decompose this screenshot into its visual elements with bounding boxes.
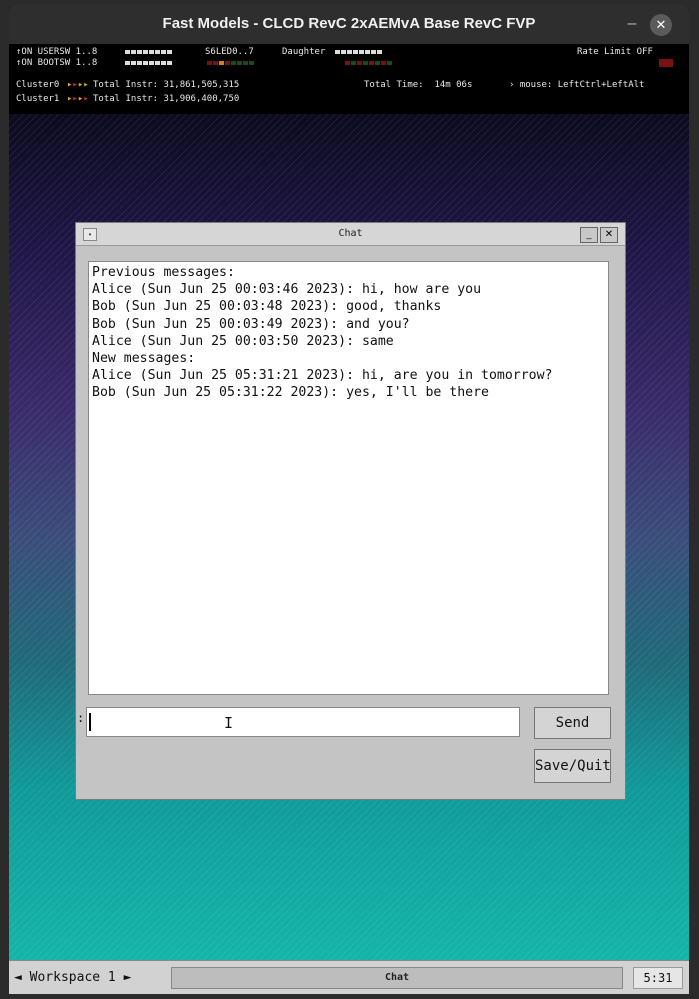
input-prefix: : xyxy=(77,711,85,725)
taskbar-item-chat[interactable]: Chat xyxy=(171,967,623,989)
cluster0-label: Cluster0 xyxy=(16,80,60,90)
minimize-button[interactable]: – xyxy=(622,14,642,34)
close-button[interactable]: ✕ xyxy=(650,14,672,36)
chat-titlebar[interactable]: • Chat _ ✕ xyxy=(76,223,625,246)
window-title: Fast Models - CLCD RevC 2xAEMvA Base Rev… xyxy=(162,15,536,32)
cluster1-label: Cluster1 xyxy=(16,94,60,104)
daughter-label: Daughter xyxy=(282,47,326,57)
fvp-window: Fast Models - CLCD RevC 2xAEMvA Base Rev… xyxy=(9,4,689,994)
status-panel: ↑ON USERSW 1..8 S6LED0..7 Daughter Rate … xyxy=(9,44,689,114)
close-icon: ✕ xyxy=(655,17,667,32)
total-time: Total Time: 14m 06s xyxy=(364,80,473,90)
usersw-switches[interactable] xyxy=(125,47,173,58)
s6led-label: S6LED0..7 xyxy=(205,47,254,57)
cluster1-instr: Total Instr: 31,906,400,750 xyxy=(93,94,240,104)
taskbar: ◄ Workspace 1 ► Chat 5:31 xyxy=(9,960,689,994)
message-line: Bob (Sun Jun 25 00:03:49 2023): and you? xyxy=(92,316,410,332)
cluster0-arrows: ▸▸▸▸ xyxy=(67,80,89,90)
message-line: New messages: xyxy=(92,350,196,366)
desktop-background: • Chat _ ✕ Previous messages: Alice (Sun… xyxy=(9,114,689,960)
text-cursor xyxy=(89,713,91,731)
rate-limit-toggle[interactable]: Rate Limit OFF xyxy=(577,47,653,58)
daughter-leds xyxy=(345,58,393,69)
s6led-leds xyxy=(207,58,255,69)
message-line: Alice (Sun Jun 25 05:31:21 2023): hi, ar… xyxy=(92,368,553,384)
mouse-hint: › mouse: LeftCtrl+LeftAlt xyxy=(509,80,645,90)
message-line: Bob (Sun Jun 25 00:03:48 2023): good, th… xyxy=(92,299,442,315)
rate-limit-led xyxy=(659,58,674,69)
daughter-switches[interactable] xyxy=(335,47,383,58)
chat-window: • Chat _ ✕ Previous messages: Alice (Sun… xyxy=(75,222,626,800)
message-line: Previous messages: xyxy=(92,265,235,280)
window-titlebar[interactable]: Fast Models - CLCD RevC 2xAEMvA Base Rev… xyxy=(9,4,689,44)
chat-minimize-icon[interactable]: _ xyxy=(580,227,598,243)
send-button[interactable]: Send xyxy=(534,707,611,739)
minimize-icon: – xyxy=(627,15,637,32)
workspace-switcher[interactable]: ◄ Workspace 1 ► xyxy=(14,967,164,989)
bootsw-switches[interactable] xyxy=(125,58,173,69)
message-line: Alice (Sun Jun 25 00:03:46 2023): hi, ho… xyxy=(92,282,482,298)
cluster1-arrows: ▸▸▸▸ xyxy=(67,94,89,104)
clock: 5:31 xyxy=(633,967,683,989)
chat-title: Chat xyxy=(338,228,363,239)
message-input[interactable]: I xyxy=(86,707,520,737)
message-log[interactable]: Previous messages: Alice (Sun Jun 25 00:… xyxy=(88,261,609,695)
cluster0-instr: Total Instr: 31,861,505,315 xyxy=(93,80,240,90)
bootsw-label: ↑ON BOOTSW 1..8 xyxy=(16,58,98,68)
ibeam-cursor-icon: I xyxy=(224,714,234,732)
usersw-label: ↑ON USERSW 1..8 xyxy=(16,47,98,57)
chat-close-icon[interactable]: ✕ xyxy=(600,227,618,243)
message-line: Alice (Sun Jun 25 00:03:50 2023): same xyxy=(92,333,394,349)
message-line: Bob (Sun Jun 25 05:31:22 2023): yes, I'l… xyxy=(92,385,489,401)
save-quit-button[interactable]: Save/Quit xyxy=(534,749,611,783)
